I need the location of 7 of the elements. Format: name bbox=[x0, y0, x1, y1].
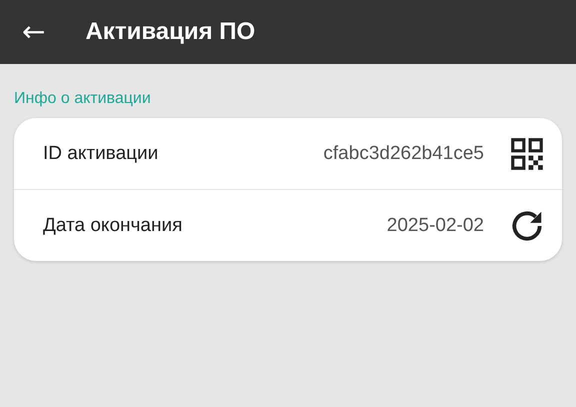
row-label: Дата окончания bbox=[43, 214, 184, 236]
section-title: Инфо о активации bbox=[14, 90, 152, 108]
screen-title: Активация ПО bbox=[85, 18, 256, 46]
row-label: ID активации bbox=[43, 142, 160, 164]
row-value: 2025-02-02 bbox=[386, 214, 484, 236]
back-button[interactable]: ← bbox=[22, 18, 46, 46]
row-value: cfabc3d262b41ce5 bbox=[323, 142, 484, 164]
